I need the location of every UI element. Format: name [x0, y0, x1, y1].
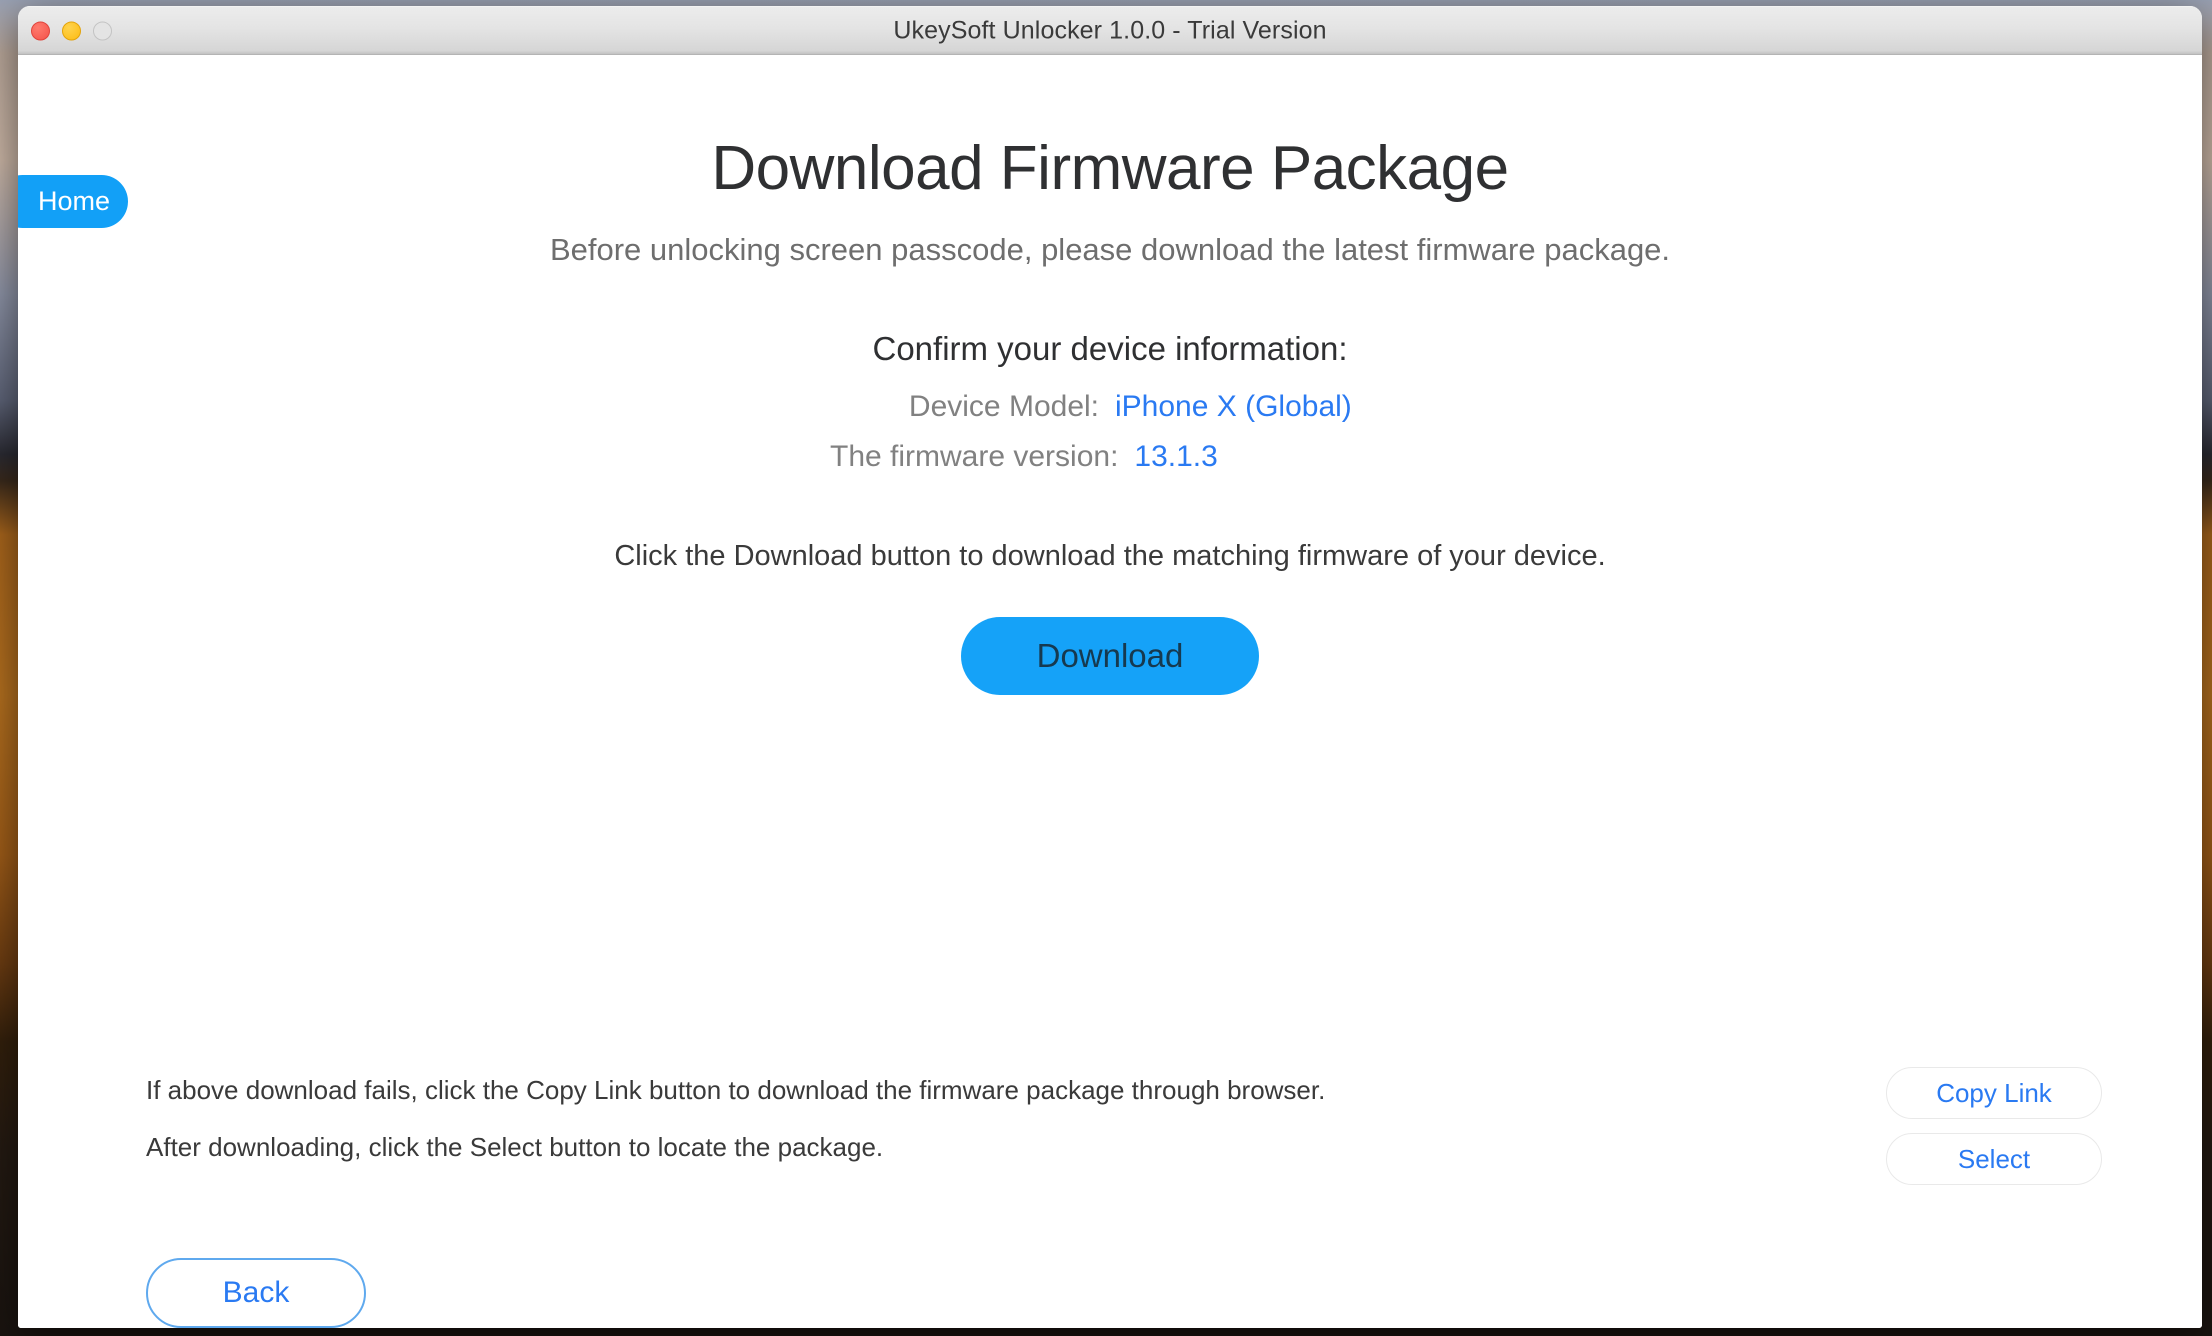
- firmware-version-row: The firmware version: 13.1.3: [830, 440, 1390, 474]
- page-title: Download Firmware Package: [711, 134, 1509, 203]
- home-button[interactable]: Home: [18, 175, 128, 228]
- page-content: Home Download Firmware Package Before un…: [18, 133, 2202, 1328]
- window-title: UkeySoft Unlocker 1.0.0 - Trial Version: [893, 16, 1327, 44]
- download-hint-text: Click the Download button to download th…: [614, 540, 1606, 572]
- window-titlebar: UkeySoft Unlocker 1.0.0 - Trial Version: [18, 6, 2202, 55]
- firmware-version-value: 13.1.3: [1134, 440, 1218, 473]
- back-button[interactable]: Back: [146, 1258, 366, 1328]
- download-button[interactable]: Download: [961, 617, 1259, 695]
- helper-block: If above download fails, click the Copy …: [18, 1063, 2202, 1185]
- device-model-label: Device Model:: [908, 390, 1099, 423]
- device-model-row: Device Model: iPhone X (Global): [830, 390, 1390, 424]
- home-button-label: Home: [37, 186, 110, 216]
- helper-buttons: Copy Link Select: [1886, 1063, 2102, 1185]
- confirm-device-heading: Confirm your device information:: [872, 330, 1348, 367]
- device-model-value: iPhone X (Global): [1115, 390, 1352, 423]
- select-button[interactable]: Select: [1886, 1133, 2102, 1185]
- helper-line-select: After downloading, click the Select butt…: [146, 1132, 884, 1162]
- helper-line-copy-link: If above download fails, click the Copy …: [146, 1075, 1326, 1105]
- page-subtitle: Before unlocking screen passcode, please…: [549, 232, 1671, 267]
- firmware-version-label: The firmware version:: [830, 440, 1119, 473]
- helper-text-lines: If above download fails, click the Copy …: [146, 1063, 1325, 1163]
- copy-link-button[interactable]: Copy Link: [1886, 1067, 2102, 1119]
- device-info-list: Device Model: iPhone X (Global) The firm…: [18, 390, 2202, 474]
- app-window: UkeySoft Unlocker 1.0.0 - Trial Version …: [18, 6, 2202, 1328]
